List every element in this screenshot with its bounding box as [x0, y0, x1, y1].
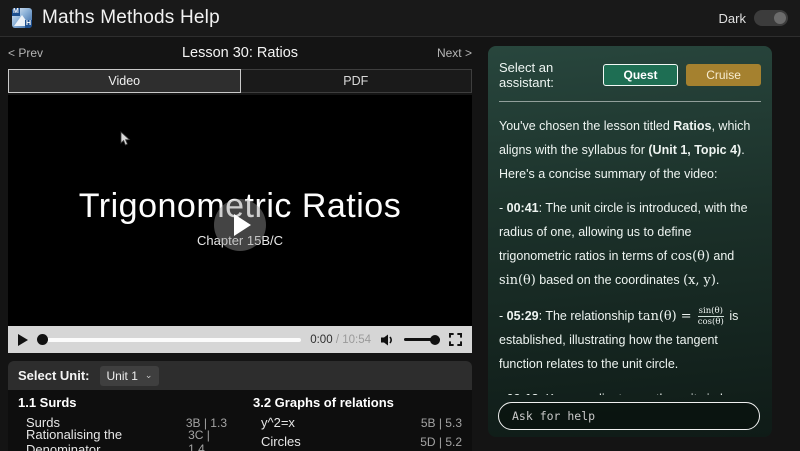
assistant-selector-row: Select an assistant: Quest Cruise — [499, 60, 761, 90]
unit-dropdown-value: Unit 1 — [107, 369, 138, 383]
assistant-cruise-button[interactable]: Cruise — [686, 64, 761, 86]
assistant-selector-label: Select an assistant: — [499, 60, 595, 90]
volume-slider[interactable] — [404, 335, 440, 345]
media-tabs: Video PDF — [8, 69, 472, 93]
app-title: Maths Methods Help — [42, 7, 220, 29]
topic-column-surds: 1.1 Surds Surds 3B | 1.3 Rationalising t… — [18, 395, 227, 451]
tab-pdf[interactable]: PDF — [241, 69, 473, 93]
app-logo-icon: M H — [12, 8, 32, 28]
mouse-cursor-icon — [120, 131, 132, 147]
time-separator: / — [336, 334, 339, 346]
unit-selector-label: Select Unit: — [18, 368, 90, 383]
play-icon — [234, 214, 251, 236]
progress-handle[interactable] — [37, 334, 48, 345]
chevron-down-icon: ⌄ — [145, 370, 153, 381]
tab-video[interactable]: Video — [8, 69, 241, 93]
video-controls-bar: 0:00 / 10:54 — [8, 326, 472, 353]
divider — [499, 101, 761, 102]
duration: 10:54 — [342, 334, 371, 346]
video-player[interactable]: Trigonometric Ratios Chapter 15B/C — [8, 95, 472, 326]
assistant-panel: Select an assistant: Quest Cruise You've… — [488, 46, 772, 437]
volume-icon[interactable] — [380, 333, 395, 347]
chat-message: You've chosen the lesson titled Ratios, … — [499, 115, 761, 395]
topic-code: 5B | 5.3 — [421, 416, 462, 430]
toggle-knob — [774, 12, 786, 24]
play-button[interactable] — [18, 334, 28, 346]
logo-letter-h: H — [25, 20, 32, 28]
topic-heading: 1.1 Surds — [18, 395, 227, 413]
next-lesson-button[interactable]: Next > — [437, 46, 472, 60]
volume-handle[interactable] — [430, 335, 440, 345]
app-header: M H Maths Methods Help Dark — [0, 0, 800, 37]
time-display: 0:00 / 10:54 — [310, 334, 371, 346]
topic-row-y2x[interactable]: y^2=x 5B | 5.3 — [253, 413, 462, 432]
current-time: 0:00 — [310, 334, 332, 346]
topic-code: 3C | 1.4 — [188, 428, 227, 451]
prev-lesson-button[interactable]: < Prev — [8, 46, 43, 60]
lesson-column: < Prev Lesson 30: Ratios Next > Video PD… — [8, 44, 472, 451]
play-overlay-button[interactable] — [214, 199, 266, 251]
topic-column-graphs: 3.2 Graphs of relations y^2=x 5B | 5.3 C… — [253, 395, 462, 451]
topic-name: y^2=x — [253, 415, 295, 430]
fullscreen-icon[interactable] — [449, 333, 462, 346]
progress-bar[interactable] — [37, 334, 301, 345]
unit-card: Select Unit: Unit 1 ⌄ 1.1 Surds Surds 3B… — [8, 361, 472, 451]
progress-track — [37, 338, 301, 342]
unit-selector-row: Select Unit: Unit 1 ⌄ — [8, 361, 472, 390]
theme-label: Dark — [719, 11, 746, 26]
logo-letter-m: M — [12, 8, 20, 16]
ask-for-help-input[interactable] — [498, 402, 760, 430]
lesson-nav: < Prev Lesson 30: Ratios Next > — [8, 44, 472, 62]
unit-dropdown[interactable]: Unit 1 ⌄ — [100, 366, 160, 386]
topic-name: Rationalising the Denominator — [18, 427, 188, 451]
assistant-quest-button[interactable]: Quest — [603, 64, 678, 86]
dark-mode-toggle[interactable] — [754, 10, 788, 26]
topic-heading: 3.2 Graphs of relations — [253, 395, 462, 413]
lesson-title: Lesson 30: Ratios — [182, 45, 298, 61]
